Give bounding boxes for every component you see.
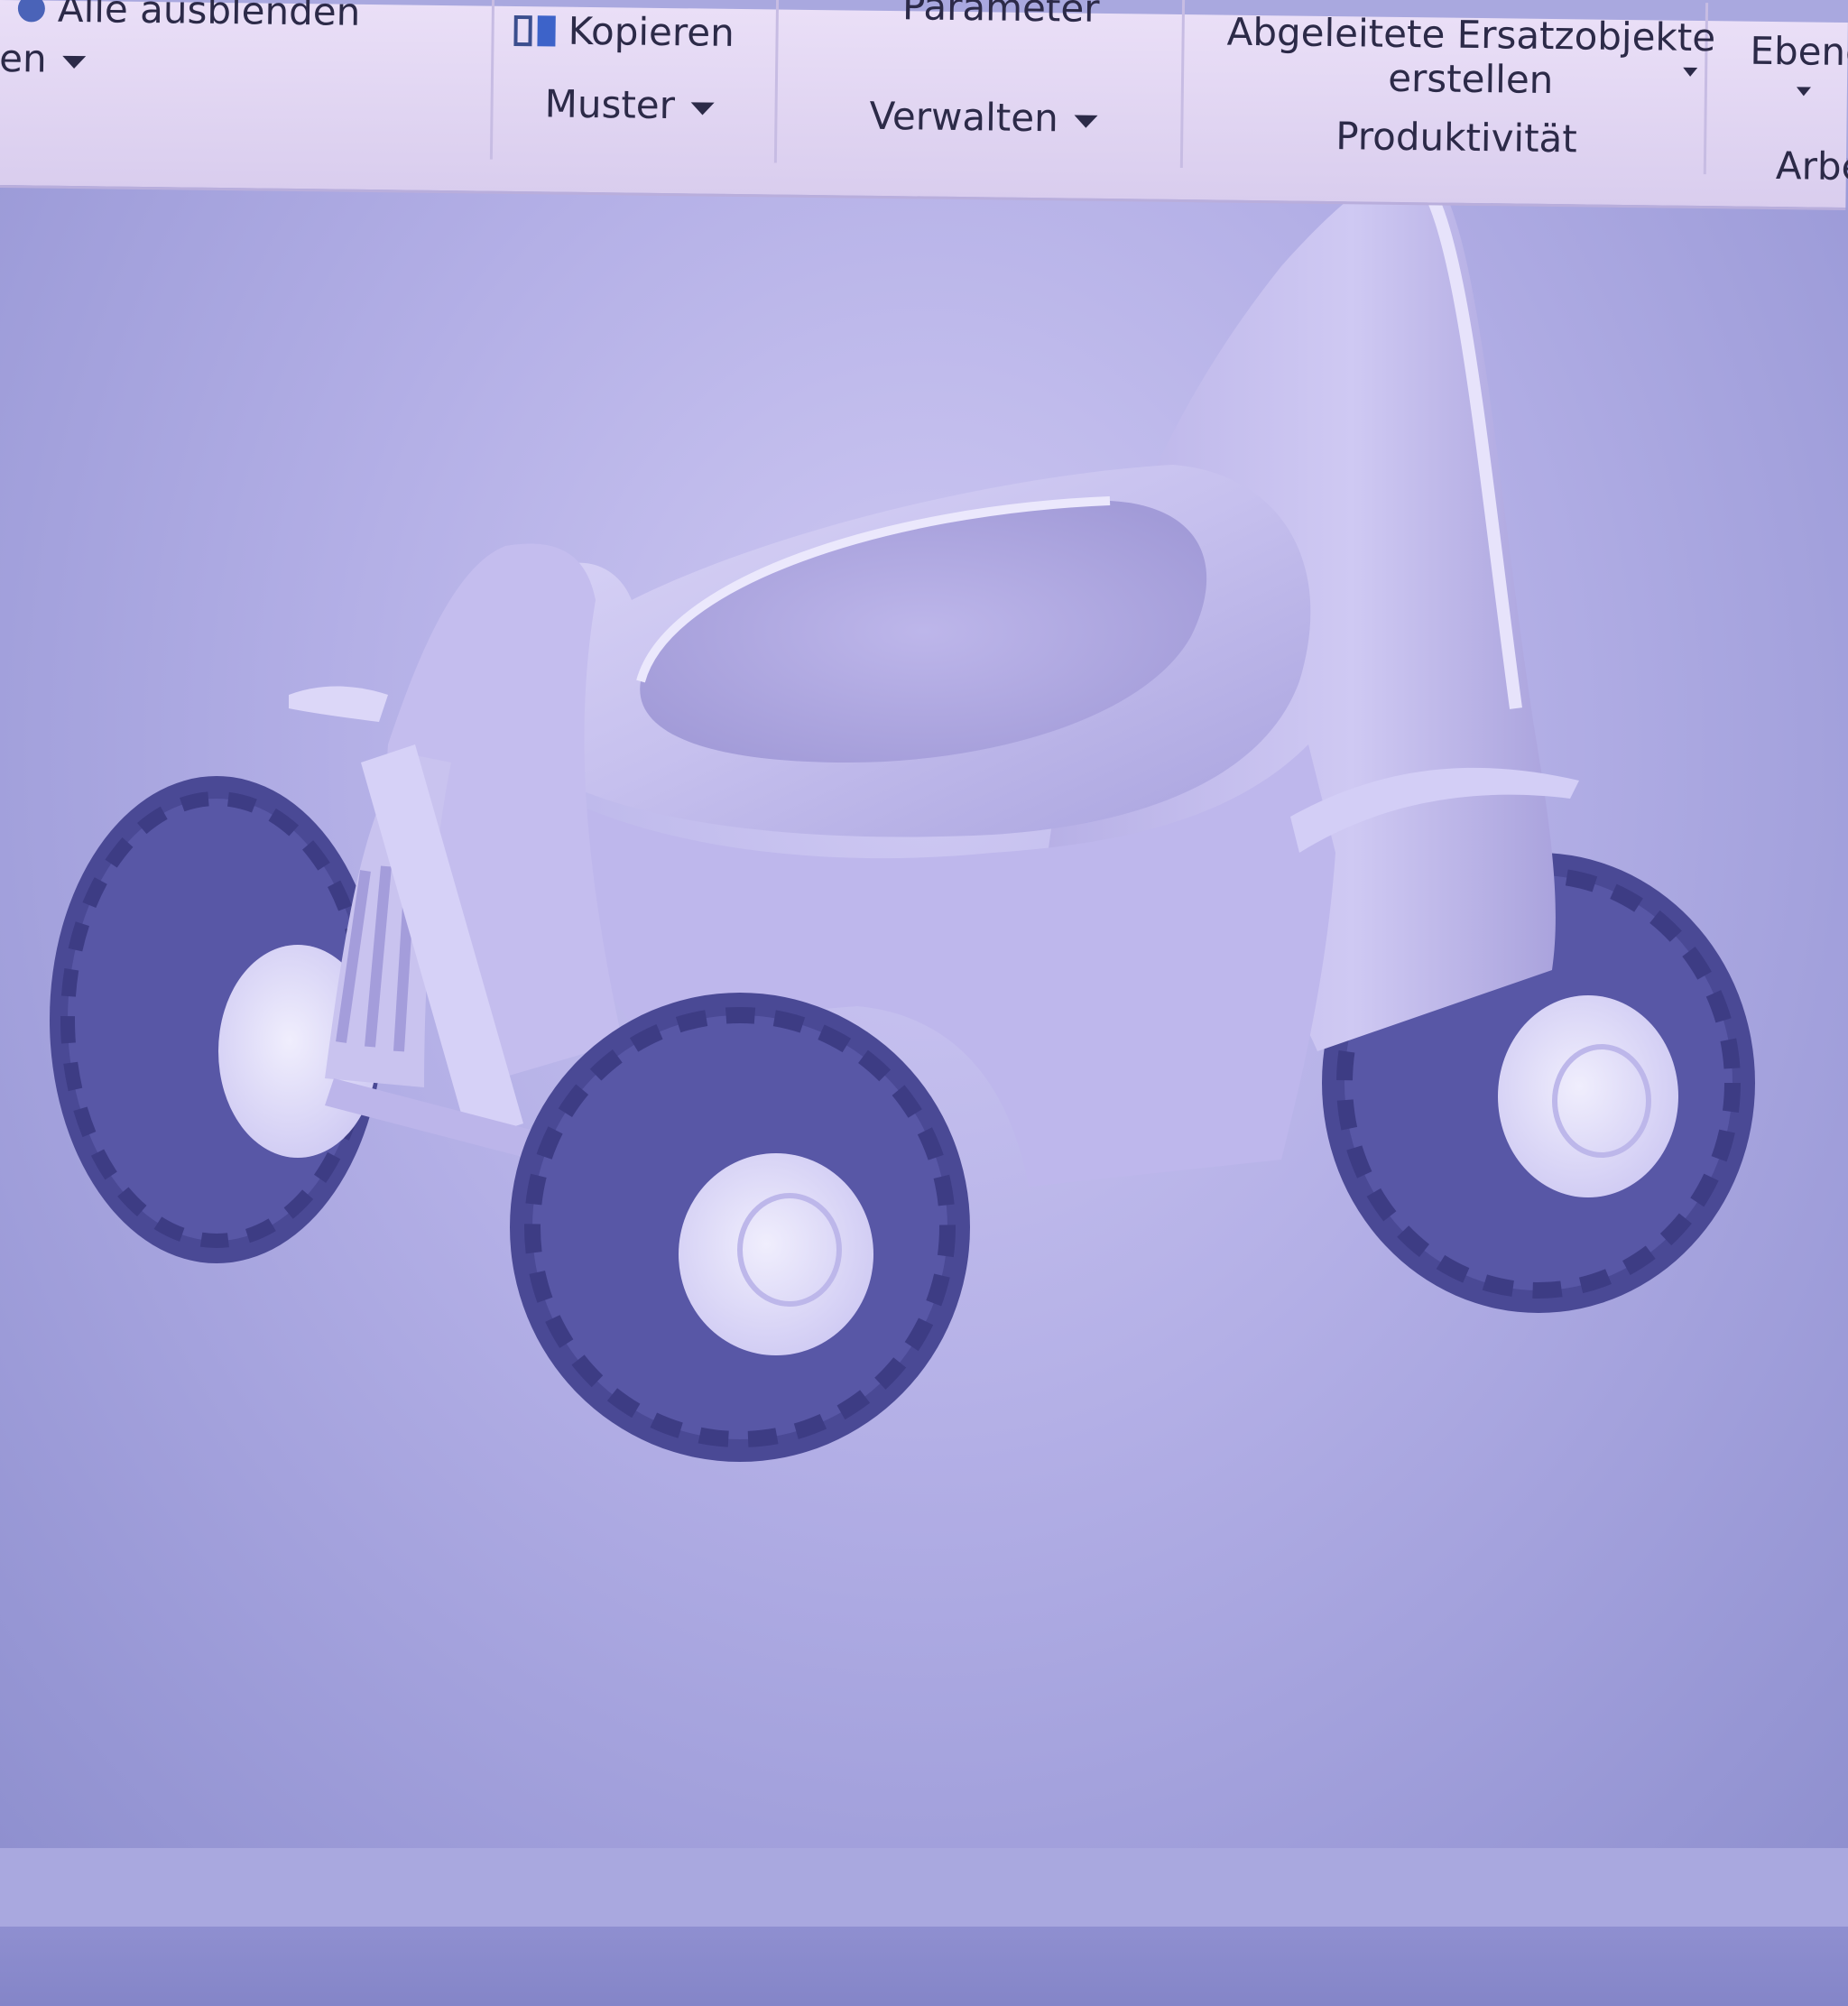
hide-all-button[interactable]: Alle ausblenden (17, 0, 361, 34)
derived-substitute-button[interactable]: Abgeleitete Ersatzobjekte erstellen (1226, 9, 1716, 105)
ribbon-panel-visibility: Alle ausblenden en (0, 0, 495, 160)
ribbon-panel-manage: Parameter Verwalten (773, 0, 1186, 169)
ribbon-toolbar: Alle ausblenden en Kopieren Muster Param… (0, 0, 1848, 211)
plane-button[interactable]: Ebene (1750, 29, 1848, 75)
triangle-down-icon[interactable] (1683, 67, 1698, 77)
parameters-button[interactable]: Parameter (902, 0, 1100, 31)
ribbon-group-work[interactable]: Arbe (1776, 143, 1848, 189)
derived-substitute-label-line1: Abgeleitete Ersatzobjekte (1226, 9, 1716, 60)
ribbon-panel-pattern: Kopieren Muster (489, 0, 780, 163)
lightbulb-icon (17, 0, 46, 23)
ribbon-group-productivity[interactable]: Produktivität (1335, 114, 1577, 161)
wheel-front-right (510, 993, 970, 1462)
ribbon-panel-productivity: Abgeleitete Ersatzobjekte erstellen Prod… (1179, 0, 1715, 175)
ride-on-potty-3d-model[interactable] (0, 0, 1848, 1848)
hide-all-label: Alle ausblenden (57, 0, 361, 34)
parameters-label: Parameter (901, 0, 1100, 31)
derived-substitute-label-line2: erstellen (1387, 55, 1554, 103)
plane-label: Ebene (1750, 28, 1848, 75)
ribbon-group-manage[interactable]: Verwalten (869, 94, 1098, 141)
triangle-down-icon[interactable] (1796, 87, 1811, 97)
screen-bottom-edge (0, 1927, 1848, 2006)
ribbon-group-pattern[interactable]: Muster (544, 81, 716, 127)
copy-label: Kopieren (568, 8, 735, 55)
triangle-down-icon (1074, 115, 1098, 128)
ribbon-group-visibility[interactable]: en (0, 36, 87, 81)
model-viewport[interactable] (0, 158, 1848, 2006)
triangle-down-icon (62, 55, 87, 69)
copy-button[interactable]: Kopieren (513, 8, 735, 55)
copy-icon (513, 14, 556, 47)
ribbon-panel-work: Ebene Arbe (1704, 3, 1848, 190)
triangle-down-icon (690, 101, 716, 116)
